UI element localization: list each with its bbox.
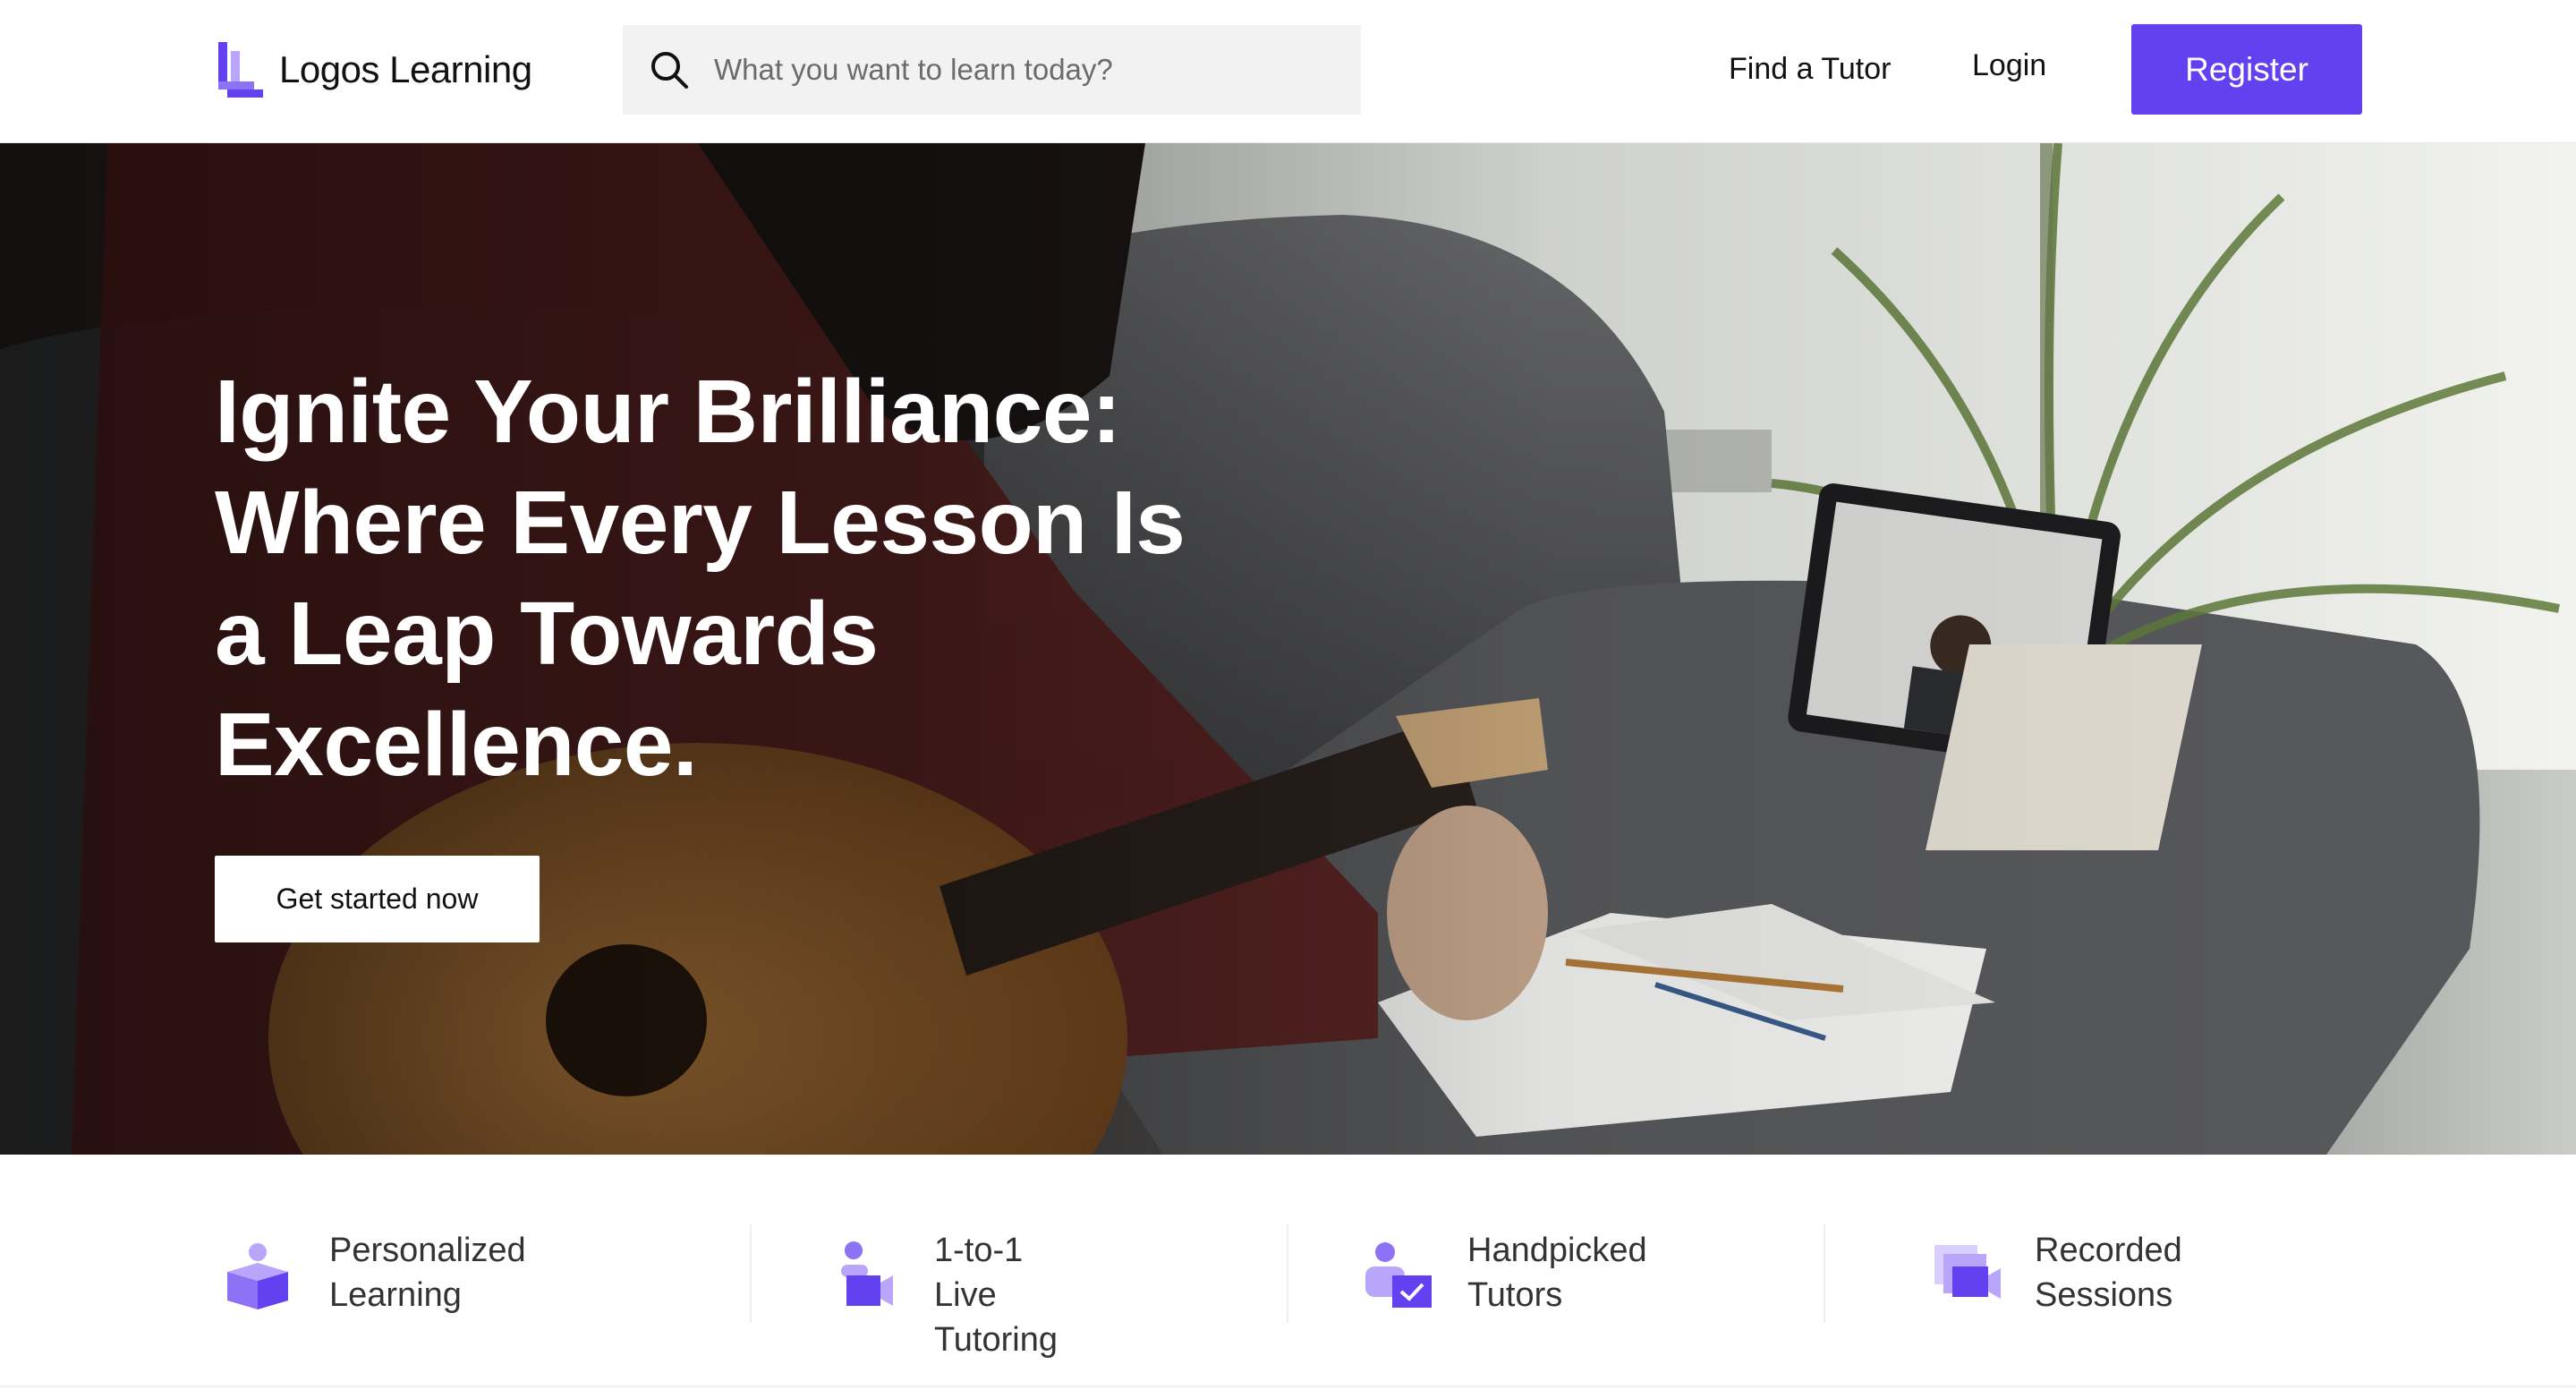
feature-label-line-1: Personalized — [329, 1232, 526, 1269]
feature-label-line-1: 1-to-1 — [934, 1232, 1024, 1269]
feature-label: Handpicked Tutors — [1467, 1228, 1647, 1318]
search-bar[interactable] — [623, 25, 1361, 115]
handpicked-tutors-icon — [1365, 1242, 1432, 1308]
feature-label: Recorded Sessions — [2035, 1228, 2182, 1318]
feature-label-line-1: Handpicked — [1467, 1232, 1647, 1269]
feature-recorded-sessions: Recorded Sessions — [1931, 1226, 2182, 1325]
feature-live-tutoring: 1-to-1 Live Tutoring — [821, 1226, 1058, 1359]
hero-section: Ignite Your Brilliance: Where Every Less… — [0, 143, 2576, 1155]
logos-logo-icon — [218, 42, 263, 98]
feature-divider — [1824, 1224, 1825, 1323]
feature-divider — [750, 1224, 752, 1323]
feature-label-line-2: Sessions — [2035, 1276, 2173, 1314]
hero-title-line-2: Where Every Lesson Is — [215, 473, 1186, 573]
register-button[interactable]: Register — [2131, 24, 2362, 115]
hero-title: Ignite Your Brilliance: Where Every Less… — [215, 356, 1253, 800]
site-header: Logos Learning Find a Tutor Login Regist… — [0, 0, 2576, 143]
live-tutoring-icon — [841, 1241, 893, 1306]
feature-label: 1-to-1 Live Tutoring — [934, 1228, 1058, 1362]
logo-text: Logos Learning — [279, 48, 532, 90]
hero-title-line-3: a Leap Towards — [215, 584, 879, 684]
feature-label: Personalized Learning — [329, 1228, 526, 1318]
feature-personalized-learning: Personalized Learning — [222, 1226, 526, 1325]
feature-label-line-2: Live Tutoring — [934, 1276, 1058, 1359]
hero-title-line-1: Ignite Your Brilliance: — [215, 362, 1121, 462]
feature-label-line-1: Recorded — [2035, 1232, 2182, 1269]
feature-handpicked-tutors: Handpicked Tutors — [1362, 1226, 1647, 1325]
personalized-learning-icon — [227, 1243, 288, 1309]
hero-title-line-4: Excellence. — [215, 695, 698, 795]
feature-label-line-2: Tutors — [1467, 1276, 1563, 1314]
logo-link[interactable]: Logos Learning — [218, 41, 532, 98]
feature-divider — [1287, 1224, 1288, 1323]
search-input[interactable] — [714, 53, 1322, 87]
nav-find-tutor[interactable]: Find a Tutor — [1729, 52, 1891, 87]
features-strip: Personalized Learning 1-to-1 Live Tutori… — [0, 1155, 2576, 1390]
nav-login[interactable]: Login — [1972, 48, 2046, 83]
get-started-button[interactable]: Get started now — [215, 856, 540, 942]
section-divider — [0, 1386, 2576, 1387]
search-icon — [651, 52, 688, 89]
recorded-sessions-icon — [1934, 1245, 2001, 1299]
feature-label-line-2: Learning — [329, 1276, 462, 1314]
